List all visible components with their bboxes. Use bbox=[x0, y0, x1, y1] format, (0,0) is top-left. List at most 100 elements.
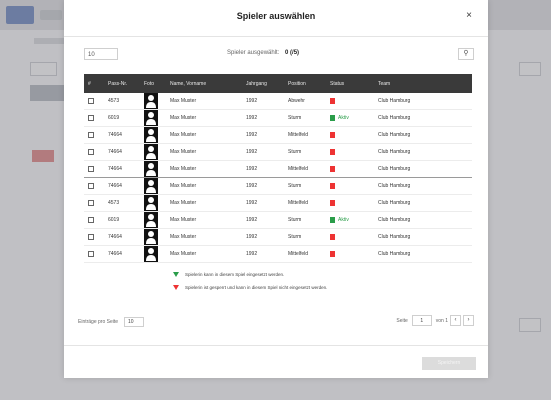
birth-year: 1992 bbox=[242, 126, 284, 144]
avatar-icon bbox=[144, 178, 158, 194]
status-cell bbox=[326, 126, 374, 144]
player-name: Max Muster bbox=[166, 160, 242, 178]
entries-select[interactable]: 10 bbox=[124, 317, 145, 327]
avatar-icon bbox=[144, 195, 158, 211]
status-flag-icon bbox=[330, 165, 335, 172]
row-checkbox-cell[interactable] bbox=[84, 126, 104, 144]
row-checkbox[interactable] bbox=[88, 148, 94, 155]
row-checkbox-cell[interactable] bbox=[84, 177, 104, 195]
status-text: Aktiv bbox=[338, 115, 349, 122]
status-cell: Aktiv bbox=[326, 109, 374, 127]
player-position: Sturm bbox=[284, 177, 326, 195]
column-header[interactable]: Position bbox=[284, 74, 326, 93]
player-name: Max Muster bbox=[166, 211, 242, 229]
pass-number: 74664 bbox=[104, 160, 140, 178]
team-name: Club Hamburg bbox=[374, 194, 472, 212]
pass-number: 74664 bbox=[104, 143, 140, 161]
row-checkbox[interactable] bbox=[88, 250, 94, 257]
team-name: Club Hamburg bbox=[374, 143, 472, 161]
avatar-icon bbox=[144, 246, 158, 262]
player-position: Mittelfeld bbox=[284, 194, 326, 212]
column-header[interactable]: Status bbox=[326, 74, 374, 93]
status-cell bbox=[326, 93, 374, 110]
status-flag-icon bbox=[330, 131, 335, 138]
row-checkbox[interactable] bbox=[88, 114, 94, 121]
column-header[interactable]: Team bbox=[374, 74, 472, 93]
status-flag-icon bbox=[330, 97, 335, 104]
selected-count: 0 (/5) bbox=[285, 50, 300, 56]
pagination: Seite 1 von 1 ‹ › bbox=[396, 315, 474, 326]
pass-number: 6019 bbox=[104, 211, 140, 229]
pass-number: 74664 bbox=[104, 245, 140, 263]
row-checkbox[interactable] bbox=[88, 233, 94, 240]
page-input[interactable]: 1 bbox=[411, 315, 432, 326]
row-checkbox-cell[interactable] bbox=[84, 109, 104, 127]
photo-cell bbox=[140, 126, 166, 144]
save-button[interactable]: Speichern bbox=[422, 357, 476, 370]
status-flag-icon bbox=[330, 199, 335, 206]
photo-cell bbox=[140, 160, 166, 178]
status-text: Aktiv bbox=[338, 217, 349, 224]
table-row[interactable]: 4573 Max Muster 1992 Mittelfeld Club Hamburg bbox=[84, 194, 472, 212]
row-checkbox[interactable] bbox=[88, 182, 94, 189]
next-page-icon[interactable]: › bbox=[463, 315, 474, 326]
player-position: Mittelfeld bbox=[284, 160, 326, 178]
column-header: Foto bbox=[140, 74, 166, 93]
table-row[interactable]: 74664 Max Muster 1992 Mittelfeld Club Hambur… bbox=[84, 245, 472, 263]
entries-per-page: Einträge pro Seite 10 bbox=[78, 317, 145, 327]
table-row[interactable]: 74664 Max Muster 1992 Sturm Club Hamburg bbox=[84, 228, 472, 246]
avatar-icon bbox=[144, 110, 158, 126]
table-row[interactable]: 6019 Max Muster 1992 Sturm Aktiv Club Hamburg bbox=[84, 109, 472, 127]
status-cell bbox=[326, 228, 374, 246]
row-checkbox-cell[interactable] bbox=[84, 93, 104, 110]
column-header[interactable]: Jahrgang bbox=[242, 74, 284, 93]
page-of-label: von 1 bbox=[435, 317, 448, 324]
table-row[interactable]: 4573 Max Muster 1992 Abwehr Club Hamburg bbox=[84, 93, 472, 110]
team-name: Club Hamburg bbox=[374, 177, 472, 195]
status-flag-icon bbox=[330, 233, 335, 240]
birth-year: 1992 bbox=[242, 93, 284, 110]
close-button[interactable]: × bbox=[462, 9, 476, 23]
page-size-select[interactable]: 10 bbox=[84, 48, 118, 60]
status-flag-icon bbox=[330, 114, 335, 121]
column-header[interactable]: Pass-Nr. bbox=[104, 74, 140, 93]
page-label: Seite bbox=[396, 317, 408, 324]
row-checkbox-cell[interactable] bbox=[84, 211, 104, 229]
row-checkbox-cell[interactable] bbox=[84, 245, 104, 263]
avatar-icon bbox=[144, 212, 158, 228]
modal-footer: Speichern bbox=[64, 345, 488, 379]
row-checkbox-cell[interactable] bbox=[84, 160, 104, 178]
team-name: Club Hamburg bbox=[374, 228, 472, 246]
pass-number: 74664 bbox=[104, 126, 140, 144]
table-row[interactable]: 74664 Max Muster 1992 Sturm Club Hamburg bbox=[84, 177, 472, 195]
player-position: Mittelfeld bbox=[284, 245, 326, 263]
photo-cell bbox=[140, 228, 166, 246]
prev-page-icon[interactable]: ‹ bbox=[450, 315, 461, 326]
birth-year: 1992 bbox=[242, 228, 284, 246]
status-flag-icon bbox=[330, 216, 335, 223]
row-checkbox[interactable] bbox=[88, 216, 94, 223]
row-checkbox[interactable] bbox=[88, 97, 94, 104]
search-icon[interactable]: ⚲ bbox=[458, 48, 474, 60]
column-header[interactable]: Name, Vorname bbox=[166, 74, 242, 93]
table-header-row: # Pass-Nr. Foto Name, Vorname Jahrgang P… bbox=[84, 74, 472, 93]
table-row[interactable]: 6019 Max Muster 1992 Sturm Aktiv Club Hamburg bbox=[84, 211, 472, 229]
player-name: Max Muster bbox=[166, 93, 242, 110]
photo-cell bbox=[140, 245, 166, 263]
team-name: Club Hamburg bbox=[374, 245, 472, 263]
photo-cell bbox=[140, 194, 166, 212]
row-checkbox-cell[interactable] bbox=[84, 194, 104, 212]
table-row[interactable]: 74664 Max Muster 1992 Mittelfeld Club Hambur… bbox=[84, 160, 472, 178]
legend-green-text: Spielerin kann in diesem Spiel eingesetz… bbox=[185, 272, 285, 277]
row-checkbox-cell[interactable] bbox=[84, 228, 104, 246]
row-checkbox[interactable] bbox=[88, 199, 94, 206]
row-checkbox[interactable] bbox=[88, 131, 94, 138]
row-checkbox-cell[interactable] bbox=[84, 143, 104, 161]
player-name: Max Muster bbox=[166, 126, 242, 144]
player-position: Sturm bbox=[284, 109, 326, 127]
birth-year: 1992 bbox=[242, 245, 284, 263]
photo-cell bbox=[140, 93, 166, 110]
table-row[interactable]: 74664 Max Muster 1992 Sturm Club Hamburg bbox=[84, 143, 472, 161]
row-checkbox[interactable] bbox=[88, 165, 94, 172]
table-row[interactable]: 74664 Max Muster 1992 Mittelfeld Club Hambur… bbox=[84, 126, 472, 144]
